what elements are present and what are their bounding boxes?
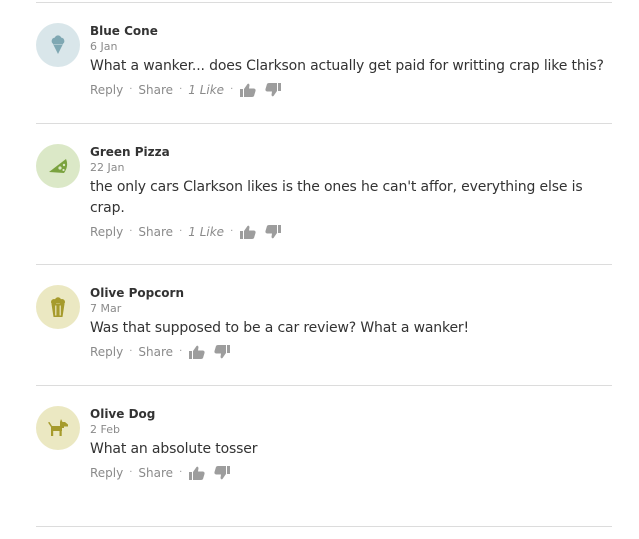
separator-dot: · <box>179 346 183 357</box>
reply-link[interactable]: Reply <box>90 344 123 360</box>
avatar[interactable] <box>36 23 80 67</box>
separator-dot: · <box>129 346 133 357</box>
thumbs-down-icon[interactable] <box>264 82 282 98</box>
separator-dot: · <box>129 226 133 237</box>
comment-text: What an absolute tosser <box>90 441 258 457</box>
comment-text: the only cars Clarkson likes is the ones… <box>90 179 583 216</box>
comment-author[interactable]: Olive Popcorn <box>90 285 612 301</box>
thumbs-down-icon[interactable] <box>213 344 231 360</box>
divider <box>36 2 612 3</box>
divider <box>36 264 612 265</box>
reply-link[interactable]: Reply <box>90 224 123 240</box>
comment-date[interactable]: 7 Mar <box>90 302 612 316</box>
avatar[interactable] <box>36 285 80 329</box>
divider <box>36 123 612 124</box>
comment-thread: Blue Cone 6 Jan What a wanker... does Cl… <box>0 0 639 539</box>
comment-actions: Reply · Share · <box>90 344 612 360</box>
like-count[interactable]: 1 Like <box>188 224 224 240</box>
separator-dot: · <box>179 226 183 237</box>
comment-author[interactable]: Olive Dog <box>90 406 612 422</box>
comment-author[interactable]: Blue Cone <box>90 23 612 39</box>
avatar[interactable] <box>36 144 80 188</box>
share-link[interactable]: Share <box>138 82 173 98</box>
thumbs-up-icon[interactable] <box>188 344 206 360</box>
comment-text: What a wanker... does Clarkson actually … <box>90 58 604 74</box>
comment-actions: Reply · Share · 1 Like · <box>90 82 612 98</box>
separator-dot: · <box>179 467 183 478</box>
thumbs-down-icon[interactable] <box>264 224 282 240</box>
pizza-slice-icon <box>49 159 68 173</box>
share-link[interactable]: Share <box>138 344 173 360</box>
popcorn-icon <box>51 297 65 317</box>
separator-dot: · <box>230 226 234 237</box>
comment-date[interactable]: 22 Jan <box>90 161 612 175</box>
ice-cream-cone-icon <box>51 35 65 54</box>
thumbs-down-icon[interactable] <box>213 465 231 481</box>
comment-date[interactable]: 2 Feb <box>90 423 612 437</box>
reply-link[interactable]: Reply <box>90 82 123 98</box>
thumbs-up-icon[interactable] <box>239 224 257 240</box>
like-count[interactable]: 1 Like <box>188 82 224 98</box>
divider <box>36 385 612 386</box>
dog-icon <box>48 419 68 436</box>
reply-link[interactable]: Reply <box>90 465 123 481</box>
separator-dot: · <box>129 467 133 478</box>
separator-dot: · <box>129 84 133 95</box>
thumbs-up-icon[interactable] <box>239 82 257 98</box>
share-link[interactable]: Share <box>138 224 173 240</box>
share-link[interactable]: Share <box>138 465 173 481</box>
thumbs-up-icon[interactable] <box>188 465 206 481</box>
comment-text: Was that supposed to be a car review? Wh… <box>90 320 470 336</box>
comment-author[interactable]: Green Pizza <box>90 144 612 160</box>
comment-actions: Reply · Share · <box>90 465 612 481</box>
separator-dot: · <box>230 84 234 95</box>
avatar[interactable] <box>36 406 80 450</box>
separator-dot: · <box>179 84 183 95</box>
comment-date[interactable]: 6 Jan <box>90 40 612 54</box>
comment-actions: Reply · Share · 1 Like · <box>90 224 612 240</box>
divider <box>36 526 612 527</box>
